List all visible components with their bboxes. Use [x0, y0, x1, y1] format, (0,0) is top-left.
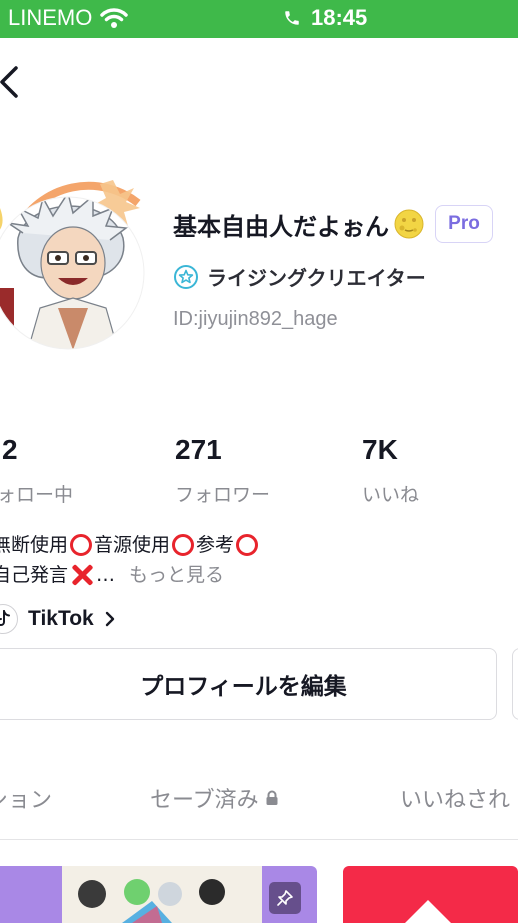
creator-level-label: ライジングクリエイター	[207, 266, 426, 290]
stat-followers[interactable]: 271 フォロワー	[175, 434, 270, 507]
video-grid	[0, 866, 518, 923]
chevron-right-icon	[105, 611, 114, 627]
red-circle-icon	[236, 534, 259, 556]
bio-text: 参考	[196, 534, 235, 556]
pin-icon	[277, 890, 293, 906]
tab-saved-label: セーブ済み	[150, 788, 259, 813]
followers-count: 271	[175, 434, 222, 465]
moon-face-emoji-icon	[394, 209, 424, 239]
followers-label: フォロワー	[175, 484, 271, 506]
see-more-link[interactable]: もっと見る	[129, 560, 224, 590]
tab-saved[interactable]: セーブ済み	[150, 782, 279, 814]
following-count: 2	[2, 434, 18, 465]
time-group: 18:45	[283, 5, 367, 31]
bio[interactable]: 無断使用 音源使用 参考 自己発言 … もっと見る	[0, 530, 260, 590]
stat-likes[interactable]: 7K いいね	[362, 434, 419, 507]
side-action-button[interactable]	[512, 648, 518, 720]
bio-text: 無断使用	[0, 534, 69, 556]
red-circle-icon	[70, 534, 93, 556]
tiktok-link[interactable]: TikTok	[0, 604, 116, 634]
red-cross-icon	[70, 563, 94, 587]
pro-badge[interactable]: Pro	[435, 205, 493, 243]
star-badge-icon	[174, 264, 198, 289]
tiktok-link-label: TikTok	[28, 607, 94, 630]
stat-following[interactable]: 2 フォロー中	[0, 434, 74, 507]
creator-level-row[interactable]: ライジングクリエイター	[173, 262, 426, 291]
following-label: フォロー中	[0, 484, 74, 506]
thumbnail-image	[62, 866, 262, 923]
edit-profile-button[interactable]: プロフィールを編集	[0, 648, 497, 720]
video-thumbnail[interactable]	[0, 866, 317, 923]
carrier-name: LINEMO	[8, 5, 93, 30]
likes-count: 7K	[362, 434, 398, 465]
wifi-icon	[100, 8, 129, 28]
bio-line-1: 無断使用 音源使用 参考	[0, 530, 260, 560]
bio-ellipsis: …	[96, 564, 116, 586]
status-bar: LINEMO 18:45	[0, 0, 518, 38]
phone-icon	[285, 11, 299, 25]
thumbnail-shape	[398, 900, 458, 923]
back-arrow-icon[interactable]	[0, 62, 26, 102]
likes-label: いいね	[362, 484, 420, 506]
name-row: 基本自由人だよぉん Pro	[173, 205, 493, 243]
tab-collection-label: ション	[0, 788, 53, 813]
content-tabs: ション セーブ済み いいねされ	[0, 760, 518, 840]
bio-line-2: 自己発言 … もっと見る	[0, 560, 260, 590]
clock-time: 18:45	[311, 5, 368, 30]
pinned-badge	[269, 882, 301, 914]
tab-liked[interactable]: いいねされ	[400, 782, 510, 814]
tab-collection[interactable]: ション	[0, 782, 52, 814]
carrier-group: LINEMO	[8, 5, 129, 31]
profile-name: 基本自由人だよぉん	[173, 212, 389, 241]
bio-text: 自己発言	[0, 564, 69, 586]
user-id: ID:jiyujin892_hage	[173, 308, 338, 330]
tab-liked-label: いいねされ	[400, 788, 511, 813]
bio-text: 音源使用	[94, 534, 171, 556]
avatar[interactable]	[0, 168, 168, 350]
video-thumbnail[interactable]	[343, 866, 518, 923]
tiktok-icon	[0, 604, 18, 634]
lock-icon	[266, 790, 278, 805]
red-circle-icon	[172, 534, 195, 556]
